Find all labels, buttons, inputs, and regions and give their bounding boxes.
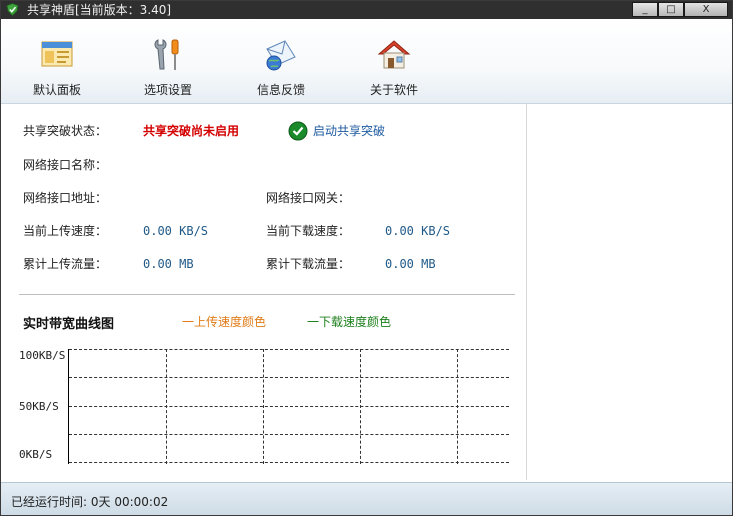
toolbar: 默认面板 选项设置 信息反馈 关于软件 (1, 19, 732, 104)
download-speed-value: 0.00 KB/S (385, 224, 451, 238)
section-divider (19, 294, 515, 295)
grid-line (360, 349, 361, 464)
minimize-icon: _ (642, 4, 648, 15)
check-circle-icon[interactable] (288, 121, 308, 141)
grid-line (69, 406, 509, 407)
house-icon (377, 40, 411, 69)
runtime-value: 0天 00:00:02 (90, 495, 169, 509)
toolbar-label: 默认面板 (32, 83, 81, 97)
maximize-icon: □ (666, 4, 676, 15)
toolbar-label: 信息反馈 (256, 83, 305, 97)
grid-line (69, 434, 509, 435)
download-speed-label: 当前下载速度： (266, 224, 351, 238)
upload-speed-value: 0.00 KB/S (143, 224, 209, 238)
upload-speed-label: 当前上传速度： (23, 224, 108, 238)
main-panel: 共享突破状态： 共享突破尚未启用 启动共享突破 网络接口名称： 网络接口地址： … (1, 104, 732, 482)
grid-line (69, 349, 509, 350)
nic-gateway-label: 网络接口网关： (266, 191, 351, 205)
grid-line (263, 349, 264, 464)
toolbar-about[interactable]: 关于软件 (349, 19, 439, 103)
download-total-value: 0.00 MB (385, 257, 436, 271)
title-bar[interactable]: 共享神盾[当前版本：3.40] _ □ X (1, 1, 732, 19)
status-bar: 已经运行时间: 0天 00:00:02 (1, 482, 732, 515)
app-window: 共享神盾[当前版本：3.40] _ □ X 默认面板 选项设置 信息反馈 关于软… (0, 0, 733, 516)
upload-total-label: 累计上传流量： (23, 257, 108, 271)
minimize-button[interactable]: _ (632, 2, 658, 17)
share-break-status-label: 共享突破状态： (23, 124, 108, 138)
upload-total-value: 0.00 MB (143, 257, 194, 271)
grid-line (69, 377, 509, 378)
close-button[interactable]: X (684, 2, 728, 17)
grid-line (166, 349, 167, 464)
grid-line (457, 349, 458, 464)
toolbar-label: 关于软件 (369, 83, 418, 97)
runtime-text: 已经运行时间: 0天 00:00:02 (11, 493, 168, 510)
toolbar-feedback[interactable]: 信息反馈 (236, 19, 326, 103)
window-title: 共享神盾[当前版本：3.40] (27, 3, 172, 17)
tools-wrench-screwdriver-icon (154, 39, 179, 70)
runtime-label: 已经运行时间: (11, 495, 88, 509)
shield-check-icon (6, 3, 19, 16)
nic-name-label: 网络接口名称： (23, 158, 108, 172)
download-total-label: 累计下载流量： (266, 257, 351, 271)
share-break-status-value: 共享突破尚未启用 (143, 124, 240, 138)
close-icon: X (702, 4, 710, 15)
y-axis-label-bottom: 0KB/S (19, 448, 53, 461)
grid-line (69, 462, 509, 463)
y-axis-label-top: 100KB/S (19, 349, 66, 362)
mail-globe-icon (266, 40, 296, 71)
toolbar-default-panel[interactable]: 默认面板 (12, 19, 102, 103)
toolbar-label: 选项设置 (143, 83, 192, 97)
y-axis-label-mid: 50KB/S (19, 400, 59, 413)
bandwidth-graph (68, 349, 509, 464)
download-color-legend: 一下载速度颜色 (307, 315, 392, 329)
enable-share-break-link[interactable]: 启动共享突破 (313, 124, 385, 138)
upload-color-legend: 一上传速度颜色 (182, 315, 267, 329)
browser-window-icon (41, 41, 73, 67)
panel-divider (526, 104, 527, 480)
maximize-button[interactable]: □ (658, 2, 684, 17)
toolbar-options[interactable]: 选项设置 (123, 19, 213, 103)
bandwidth-title: 实时带宽曲线图 (23, 317, 115, 332)
nic-address-label: 网络接口地址： (23, 191, 108, 205)
window-controls: _ □ X (632, 2, 728, 18)
